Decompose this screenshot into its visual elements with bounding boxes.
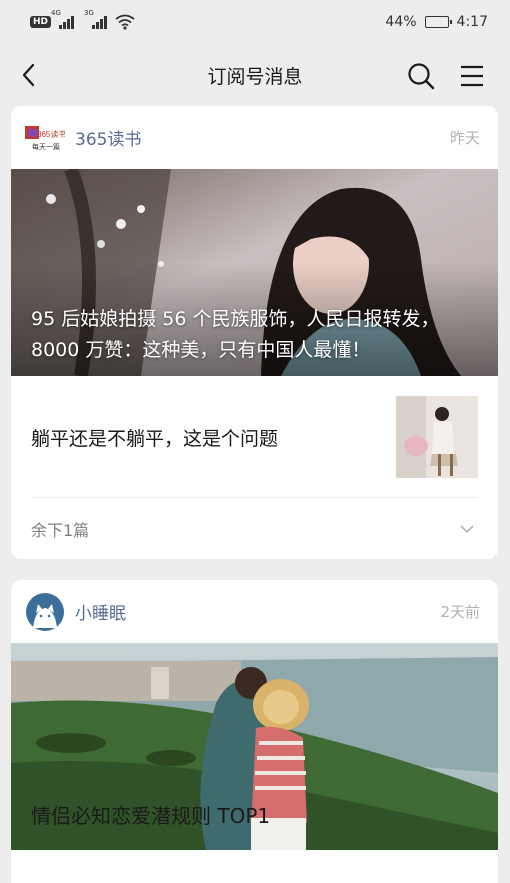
svg-text:每天一篇: 每天一篇 (32, 142, 60, 151)
battery-icon (424, 16, 452, 28)
headline-title: 95 后姑娘拍摄 56 个民族服饰，人民日报转发，8000 万赞：这种美，只有中… (31, 308, 440, 361)
signal-3g-icon: 3G (84, 9, 108, 29)
battery-percent: 44% (385, 14, 417, 30)
back-icon[interactable] (14, 60, 44, 90)
card-header[interactable]: 小睡眠 2天前 (11, 580, 498, 643)
more-articles-toggle[interactable]: 余下1篇 (11, 498, 498, 559)
sub-article[interactable]: 躺平还是不躺平，这是个问题 (11, 376, 498, 498)
status-left: HD 4G 3G (30, 9, 135, 30)
sub-article-thumbnail (396, 396, 478, 478)
account-avatar (26, 592, 64, 631)
account-logo: 365读书 每天一篇 (25, 125, 65, 151)
account-name[interactable]: 小睡眠 (75, 599, 440, 624)
page-title: 订阅号消息 (207, 65, 303, 88)
menu-icon[interactable] (456, 60, 488, 92)
status-right: 44% 4:17 (385, 14, 488, 30)
search-icon[interactable] (405, 60, 437, 92)
sub-article-title: 躺平还是不躺平，这是个问题 (31, 427, 279, 450)
headline-title: 情侣必知恋爱潜规则 TOP1 (31, 804, 271, 828)
signal-4g-icon: 4G (51, 9, 75, 29)
status-time: 4:17 (456, 14, 488, 30)
status-bar: HD 4G 3G 44% 4:17 (0, 0, 510, 44)
subscription-card: 365读书 每天一篇 365读书 昨天 95 后姑娘拍摄 56 个民族服饰，人民… (11, 106, 498, 559)
subscription-card: 小睡眠 2天前 情侣必知恋爱潜规则 TOP1 (11, 580, 498, 883)
wifi-icon (115, 14, 135, 30)
more-articles-label: 余下1篇 (31, 520, 90, 540)
svg-text:365读书: 365读书 (37, 129, 65, 139)
hd-badge: HD (30, 16, 52, 28)
chevron-down-icon (460, 524, 474, 533)
post-time: 2天前 (440, 603, 480, 621)
card-header[interactable]: 365读书 每天一篇 365读书 昨天 (11, 106, 498, 169)
post-time: 昨天 (449, 129, 480, 147)
headline-article[interactable]: 95 后姑娘拍摄 56 个民族服饰，人民日报转发，8000 万赞：这种美，只有中… (11, 169, 498, 376)
nav-bar: 订阅号消息 (0, 44, 510, 106)
account-name[interactable]: 365读书 (75, 125, 450, 150)
